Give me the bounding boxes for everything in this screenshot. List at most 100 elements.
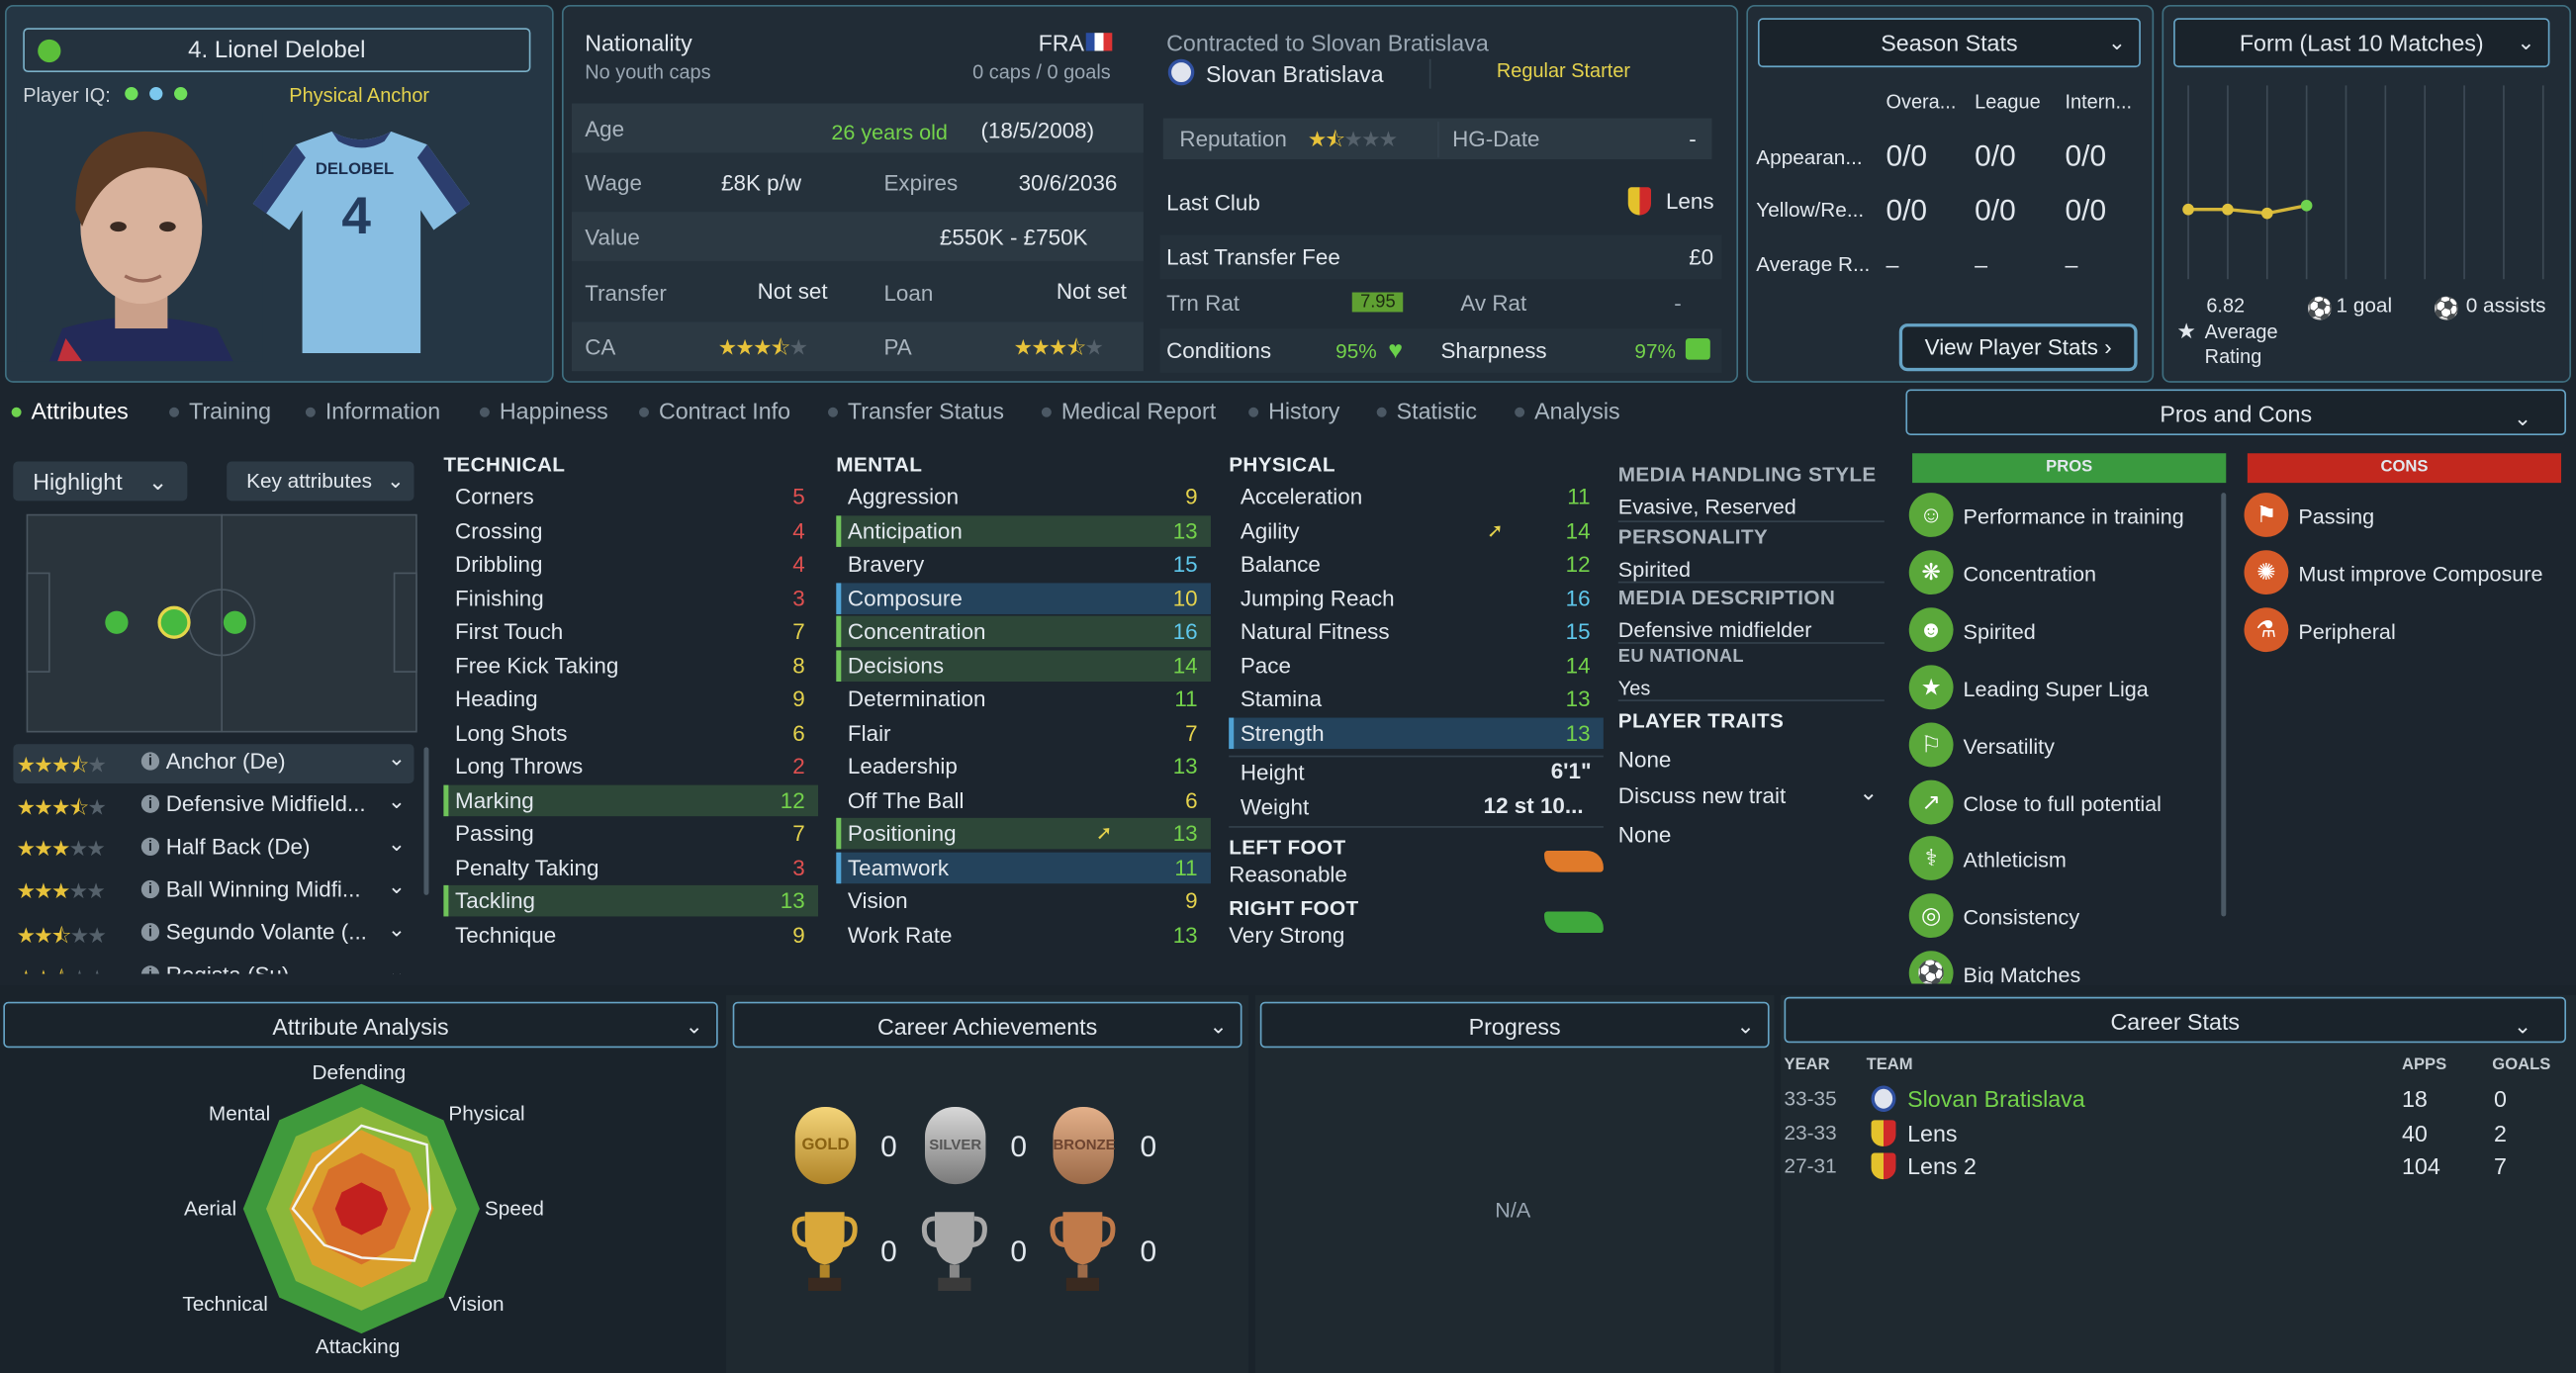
attr-name[interactable]: Work Rate bbox=[848, 922, 953, 947]
attr-name[interactable]: Dribbling bbox=[455, 552, 542, 577]
attr-name[interactable]: Off The Ball bbox=[848, 787, 965, 812]
attr-name[interactable]: Long Shots bbox=[455, 720, 567, 745]
chevron-down-icon: ⌄ bbox=[147, 468, 168, 495]
attr-name[interactable]: Flair bbox=[848, 720, 891, 745]
role-row[interactable]: ★★★⯪★ i Anchor (De) ⌄ bbox=[13, 744, 414, 783]
career-apps: 40 bbox=[2401, 1119, 2428, 1146]
tab-history[interactable]: History bbox=[1248, 398, 1339, 423]
progress-dropdown[interactable]: Progress ⌄ bbox=[1259, 1001, 1770, 1049]
form-dropdown[interactable]: Form (Last 10 Matches) ⌄ bbox=[2173, 18, 2550, 68]
attr-name[interactable]: Jumping Reach bbox=[1241, 586, 1395, 610]
key-attributes-dropdown[interactable]: Key attributes ⌄ bbox=[227, 461, 414, 502]
form-point[interactable] bbox=[2182, 203, 2194, 216]
tab-information[interactable]: Information bbox=[305, 398, 440, 423]
attr-name[interactable]: First Touch bbox=[455, 619, 563, 644]
attr-name[interactable]: Heading bbox=[455, 686, 538, 711]
tab-training[interactable]: Training bbox=[169, 398, 271, 423]
attr-name[interactable]: Long Throws bbox=[455, 754, 583, 778]
info-icon[interactable]: i bbox=[140, 752, 160, 771]
tab-transfer-status[interactable]: Transfer Status bbox=[827, 398, 1004, 423]
roles-scrollbar[interactable] bbox=[423, 747, 429, 895]
pro-item: Spirited bbox=[1963, 618, 2036, 644]
chevron-down-icon[interactable]: ⌄ bbox=[388, 960, 406, 974]
attr-name[interactable]: Decisions bbox=[848, 653, 944, 678]
tab-dot-icon bbox=[305, 408, 316, 418]
hg-label: HG-Date bbox=[1452, 126, 1540, 151]
attr-name[interactable]: Concentration bbox=[848, 619, 986, 644]
attr-name[interactable]: Acceleration bbox=[1241, 485, 1362, 509]
tab-contract-info[interactable]: Contract Info bbox=[639, 398, 790, 423]
career-team[interactable]: Slovan Bratislava bbox=[1907, 1085, 2085, 1112]
attr-name[interactable]: Pace bbox=[1241, 653, 1291, 678]
role-row[interactable]: ★★★★★ i Half Back (De) ⌄ bbox=[13, 829, 414, 869]
chevron-down-icon[interactable]: ⌄ bbox=[388, 746, 406, 773]
attr-name[interactable]: Penalty Taking bbox=[455, 855, 598, 879]
chevron-down-icon[interactable]: ⌄ bbox=[388, 873, 406, 900]
season-stats-dropdown[interactable]: Season Stats ⌄ bbox=[1757, 18, 2141, 68]
career-stats-dropdown[interactable]: Career Stats ⌄ bbox=[1784, 996, 2567, 1044]
career-team[interactable]: Lens 2 bbox=[1907, 1153, 1977, 1180]
chevron-down-icon[interactable]: ⌄ bbox=[388, 831, 406, 858]
role-row[interactable]: ★★★⯪★ i Defensive Midfield... ⌄ bbox=[13, 786, 414, 826]
attr-name[interactable]: Determination bbox=[848, 686, 986, 711]
player-name-box[interactable]: 4. Lionel Delobel bbox=[23, 28, 531, 73]
form-point[interactable] bbox=[2260, 207, 2273, 220]
chevron-down-icon[interactable]: ⌄ bbox=[388, 788, 406, 815]
attr-name[interactable]: Aggression bbox=[848, 485, 959, 509]
info-icon[interactable]: i bbox=[140, 879, 160, 899]
attr-name[interactable]: Anticipation bbox=[848, 518, 963, 543]
career-team[interactable]: Lens bbox=[1907, 1119, 1957, 1145]
tab-analysis[interactable]: Analysis bbox=[1515, 398, 1620, 423]
last-club-value[interactable]: Lens bbox=[1666, 189, 1714, 214]
attr-name[interactable]: Vision bbox=[848, 888, 908, 913]
career-achievements-dropdown[interactable]: Career Achievements ⌄ bbox=[732, 1001, 1242, 1049]
pros-scrollbar[interactable] bbox=[2221, 493, 2227, 917]
attr-name[interactable]: Finishing bbox=[455, 586, 544, 610]
av-rat-label: Av Rat bbox=[1460, 290, 1527, 316]
ss-value: – bbox=[1975, 251, 1988, 278]
role-row[interactable]: ★★★★★ i Ball Winning Midfi... ⌄ bbox=[13, 872, 414, 912]
attr-name[interactable]: Tackling bbox=[455, 888, 535, 913]
info-icon[interactable]: i bbox=[140, 837, 160, 857]
discuss-trait-dropdown[interactable]: Discuss new trait ⌄ bbox=[1618, 780, 1885, 813]
chevron-down-icon[interactable]: ⌄ bbox=[388, 916, 406, 943]
loan-value[interactable]: Not set bbox=[1057, 279, 1127, 304]
form-point[interactable] bbox=[2222, 203, 2234, 216]
attr-name[interactable]: Agility bbox=[1241, 518, 1300, 543]
attribute-analysis-dropdown[interactable]: Attribute Analysis ⌄ bbox=[3, 1001, 718, 1049]
highlight-dropdown[interactable]: Highlight ⌄ bbox=[13, 461, 188, 502]
attr-name[interactable]: Natural Fitness bbox=[1241, 619, 1390, 644]
attr-name[interactable]: Technique bbox=[455, 922, 556, 947]
attr-name[interactable]: Balance bbox=[1241, 552, 1321, 577]
attr-name[interactable]: Positioning bbox=[848, 821, 957, 846]
attr-name[interactable]: Leadership bbox=[848, 754, 958, 778]
attr-name[interactable]: Stamina bbox=[1241, 686, 1322, 711]
pros-cons-dropdown[interactable]: Pros and Cons ⌄ bbox=[1905, 389, 2567, 435]
role-row[interactable]: ★★⯪★★ i Segundo Volante (... ⌄ bbox=[13, 915, 414, 955]
tab-statistic[interactable]: Statistic bbox=[1376, 398, 1477, 423]
attr-name[interactable]: Strength bbox=[1241, 720, 1325, 745]
form-point[interactable] bbox=[2300, 199, 2313, 212]
position-pitch[interactable] bbox=[26, 513, 417, 733]
attr-name[interactable]: Crossing bbox=[455, 518, 542, 543]
tab-happiness[interactable]: Happiness bbox=[479, 398, 608, 423]
info-icon[interactable]: i bbox=[140, 794, 160, 813]
wage-value[interactable]: £8K p/w bbox=[721, 171, 801, 196]
attr-name[interactable]: Marking bbox=[455, 787, 534, 812]
view-player-stats-button[interactable]: View Player Stats › bbox=[1898, 323, 2138, 372]
info-icon[interactable]: i bbox=[140, 923, 160, 942]
transfer-value[interactable]: Not set bbox=[758, 279, 828, 304]
nationality-value[interactable]: FRA bbox=[1039, 30, 1084, 56]
attr-name[interactable]: Free Kick Taking bbox=[455, 653, 618, 678]
tab-attributes[interactable]: Attributes bbox=[11, 398, 129, 423]
attr-name[interactable]: Passing bbox=[455, 821, 534, 846]
attr-name[interactable]: Corners bbox=[455, 485, 534, 509]
attr-value: 16 bbox=[1172, 618, 1198, 644]
tab-medical-report[interactable]: Medical Report bbox=[1041, 398, 1216, 423]
club-name[interactable]: Slovan Bratislava bbox=[1206, 60, 1384, 87]
role-row[interactable]: ★★⯪★★iRegista (Su)⌄ bbox=[13, 958, 414, 974]
attr-name[interactable]: Composure bbox=[848, 586, 963, 610]
info-icon[interactable]: i bbox=[140, 965, 160, 974]
attr-name[interactable]: Bravery bbox=[848, 552, 924, 577]
attr-name[interactable]: Teamwork bbox=[848, 855, 949, 879]
